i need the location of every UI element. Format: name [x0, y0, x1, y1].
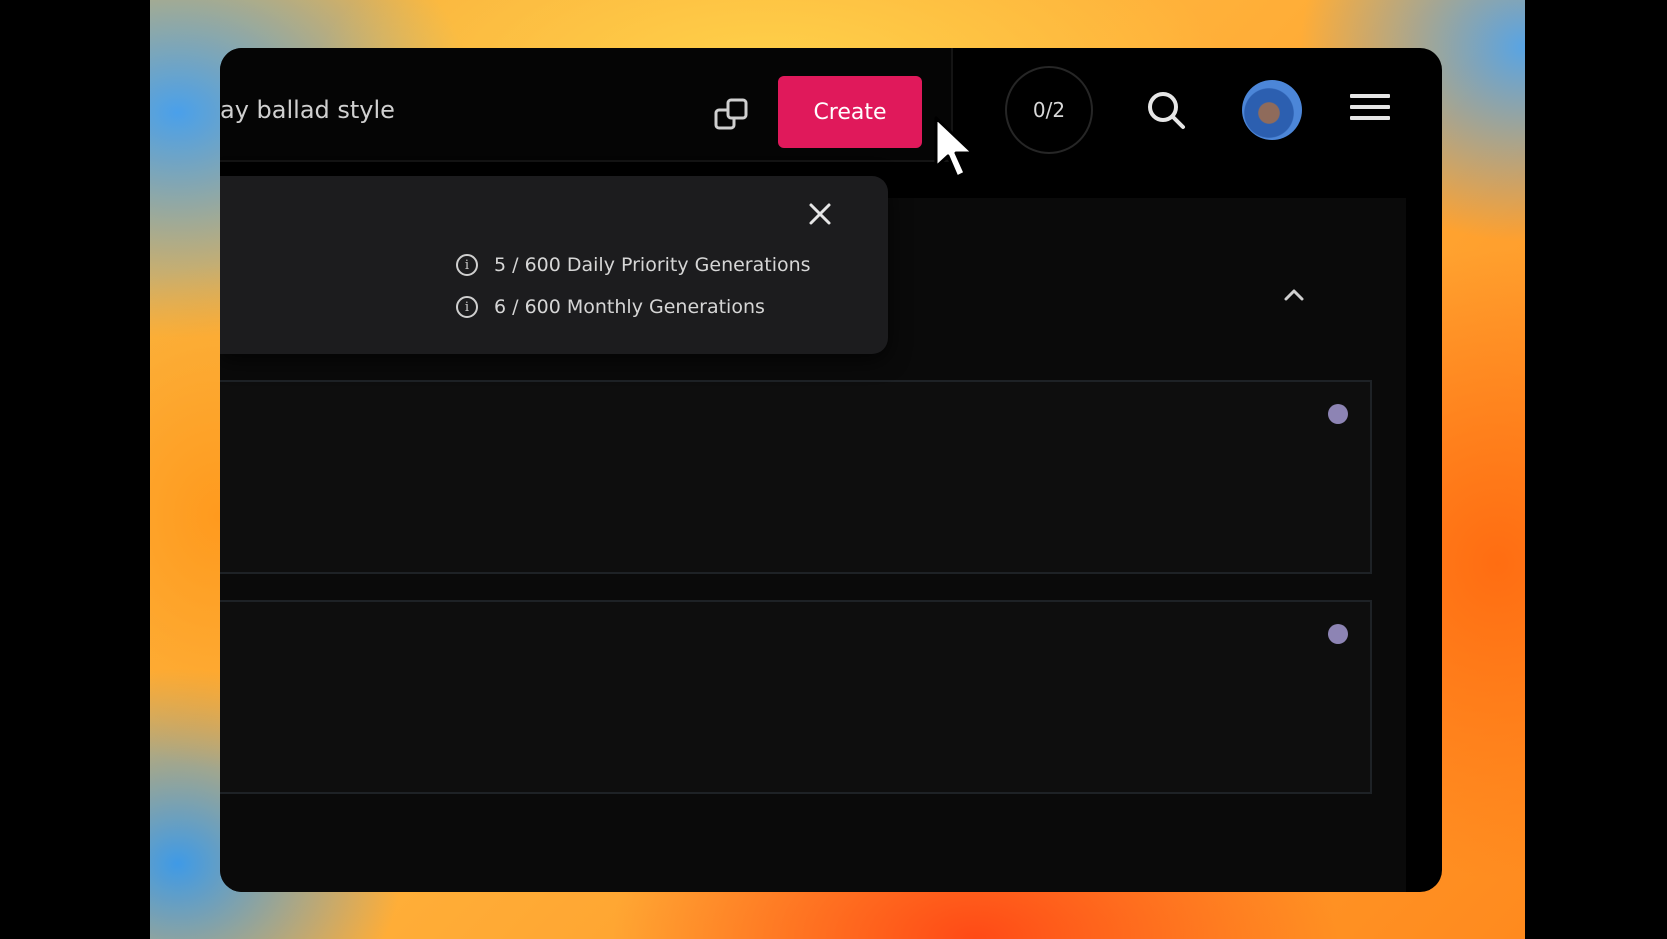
monthly-quota: i 6 / 600 Monthly Generations	[456, 296, 765, 318]
status-dot-icon	[1328, 624, 1348, 644]
daily-quota: i 5 / 600 Daily Priority Generations	[456, 254, 811, 276]
search-button[interactable]	[1144, 88, 1188, 132]
close-icon	[809, 203, 831, 225]
collapse-button[interactable]	[1276, 280, 1312, 310]
mouse-cursor	[934, 116, 975, 179]
monthly-quota-text: 6 / 600 Monthly Generations	[494, 296, 765, 318]
prompt-input[interactable]: ay ballad style Create	[220, 48, 953, 162]
app-window: ay ballad style Create 0/2 i 5 / 600 Dai…	[220, 48, 1442, 892]
close-button[interactable]	[804, 198, 836, 230]
shuffle-icon	[714, 98, 748, 130]
info-icon: i	[456, 254, 478, 276]
generation-counter[interactable]: 0/2	[1005, 66, 1093, 154]
prompt-text: ay ballad style	[220, 96, 395, 124]
menu-icon	[1350, 94, 1390, 120]
avatar[interactable]	[1242, 80, 1302, 140]
status-dot-icon	[1328, 404, 1348, 424]
credits-popover: i 5 / 600 Daily Priority Generations i 6…	[220, 176, 888, 354]
shuffle-button[interactable]	[710, 94, 754, 136]
create-button[interactable]: Create	[778, 76, 922, 148]
search-icon	[1148, 92, 1185, 129]
info-icon: i	[456, 296, 478, 318]
menu-button[interactable]	[1350, 94, 1390, 126]
daily-quota-text: 5 / 600 Daily Priority Generations	[494, 254, 811, 276]
chevron-up-icon	[1284, 289, 1304, 301]
song-card[interactable]	[220, 380, 1372, 574]
song-card[interactable]	[220, 600, 1372, 794]
